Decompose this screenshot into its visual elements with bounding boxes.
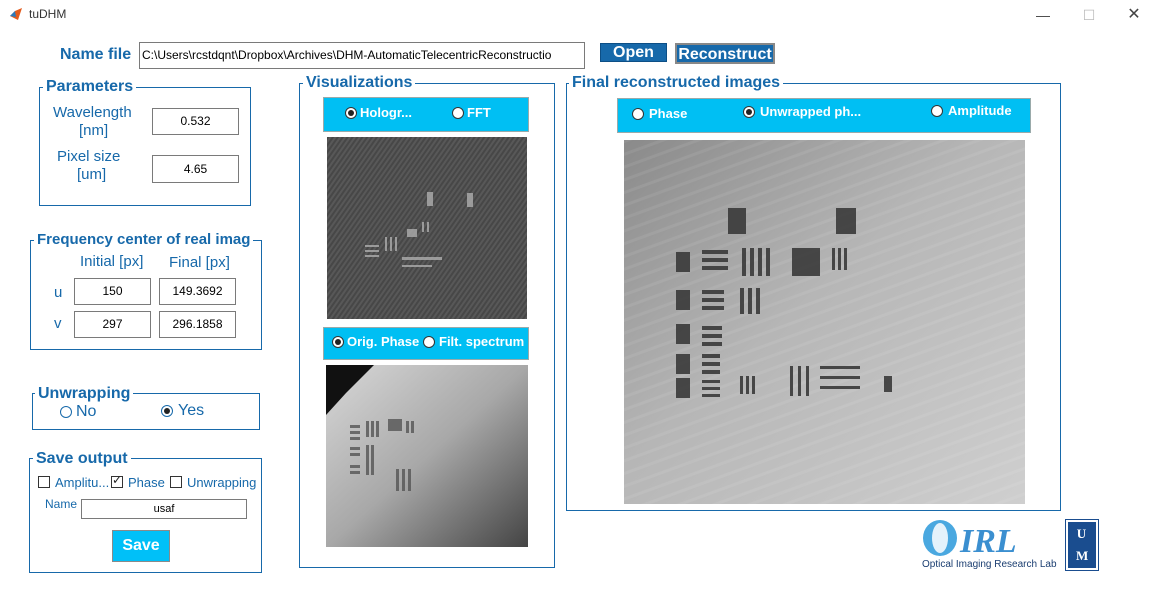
- maximize-button[interactable]: ☐: [1066, 2, 1112, 28]
- visualization-bottom-selector: Orig. Phase Filt. spectrum: [323, 327, 529, 360]
- wavelength-input[interactable]: 0.532: [152, 108, 239, 135]
- window-title: tuDHM: [29, 7, 67, 21]
- um-logo-text: UM: [1076, 526, 1090, 563]
- filt-spectrum-radio[interactable]: [423, 336, 435, 348]
- fft-radio-label: FFT: [467, 105, 491, 120]
- matlab-icon: [10, 8, 22, 20]
- output-name-input[interactable]: usaf: [81, 499, 247, 519]
- unwrapping-title: Unwrapping: [35, 386, 134, 402]
- unwrapping-checkbox[interactable]: [170, 476, 182, 488]
- phase-checkbox-label: Phase: [128, 475, 165, 490]
- final-header: Final [px]: [169, 254, 230, 271]
- amplitude-radio-label: Amplitude: [948, 103, 1012, 118]
- final-images-title: Final reconstructed images: [569, 75, 784, 91]
- u-label: u: [54, 284, 63, 301]
- logo-caption: Optical Imaging Research Lab: [922, 559, 1057, 570]
- open-button[interactable]: Open: [600, 43, 667, 62]
- wavelength-unit: [nm]: [79, 122, 109, 139]
- unwrapping-no-label: No: [76, 403, 97, 420]
- um-logo: UM: [1065, 519, 1099, 571]
- unwrapping-checkbox-label: Unwrapping: [187, 475, 257, 490]
- svg-text:IRL: IRL: [959, 523, 1017, 558]
- close-button[interactable]: ✕: [1111, 2, 1157, 28]
- unwrapping-no-radio[interactable]: [60, 406, 72, 418]
- orig-phase-radio-label: Orig. Phase: [347, 334, 420, 349]
- filt-spectrum-radio-label: Filt. spectrum: [439, 334, 525, 349]
- phase-checkbox[interactable]: [111, 473, 123, 488]
- hologram-image: [327, 137, 527, 319]
- amplitude-checkbox[interactable]: [38, 476, 50, 488]
- pixel-size-label: Pixel size: [57, 148, 121, 165]
- initial-header: Initial [px]: [80, 253, 144, 270]
- orig-phase-image: [326, 365, 528, 547]
- phase-radio-label: Phase: [649, 106, 688, 121]
- hologram-radio-label: Hologr...: [360, 105, 412, 120]
- name-file-label: Name file: [60, 46, 132, 63]
- amplitude-radio[interactable]: [931, 105, 943, 117]
- pixel-size-input[interactable]: 4.65: [152, 155, 239, 183]
- v-final-input[interactable]: 296.1858: [159, 311, 236, 338]
- amplitude-checkbox-label: Amplitu...: [55, 475, 110, 490]
- unwrapped-phase-radio-label: Unwrapped ph...: [760, 104, 862, 119]
- frequency-title: Frequency center of real imag: [34, 232, 254, 248]
- unwrapping-yes-radio[interactable]: [161, 405, 173, 417]
- fft-radio[interactable]: [452, 107, 464, 119]
- v-initial-input[interactable]: 297: [74, 311, 151, 338]
- pixel-size-unit: [um]: [77, 166, 107, 183]
- hologram-radio[interactable]: [345, 107, 357, 119]
- oirl-logo-mark: IRL: [923, 520, 1017, 558]
- unwrapped-phase-image: [624, 140, 1025, 504]
- unwrapped-phase-radio[interactable]: [743, 106, 755, 118]
- reconstruct-button[interactable]: Reconstruct: [675, 43, 775, 64]
- visualization-top-selector: Hologr... FFT: [323, 97, 529, 132]
- window-titlebar: tuDHM — ☐ ✕: [0, 0, 1157, 30]
- wavelength-label: Wavelength: [53, 104, 132, 121]
- phase-radio[interactable]: [632, 108, 644, 120]
- unwrapping-yes-label: Yes: [178, 402, 205, 419]
- v-label: v: [54, 315, 62, 332]
- final-image-selector: Phase Unwrapped ph... Amplitude: [617, 98, 1031, 133]
- visualizations-title: Visualizations: [303, 75, 416, 91]
- file-path-input[interactable]: C:\Users\rcstdqnt\Dropbox\Archives\DHM-A…: [139, 42, 585, 69]
- oirl-logo: IRL UM Optical Imaging Research Lab: [920, 518, 1100, 571]
- output-name-label: Name: [45, 497, 78, 511]
- parameters-title: Parameters: [43, 79, 137, 95]
- save-output-title: Save output: [33, 451, 131, 467]
- save-button[interactable]: Save: [112, 530, 170, 562]
- u-final-input[interactable]: 149.3692: [159, 278, 236, 305]
- minimize-button[interactable]: —: [1020, 2, 1066, 28]
- u-initial-input[interactable]: 150: [74, 278, 151, 305]
- orig-phase-radio[interactable]: [332, 336, 344, 348]
